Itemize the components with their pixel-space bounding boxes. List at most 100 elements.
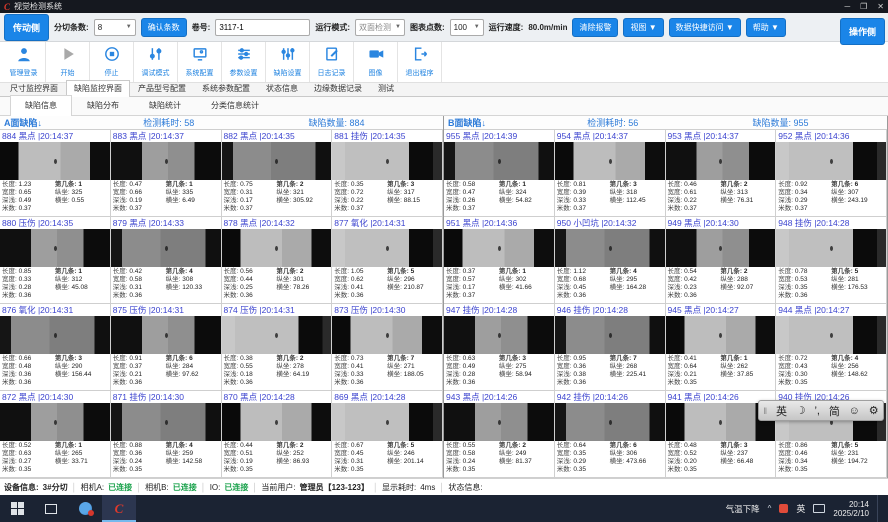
action-image-button[interactable]: 图像: [354, 42, 398, 82]
panel-a-title[interactable]: A面缺陷↓: [4, 116, 143, 129]
defect-cell[interactable]: 874 压伤 |20:14:31 长度: 0.38 宽度: 0.55 深浅: 0…: [222, 304, 333, 391]
defect-thumbnail[interactable]: [666, 316, 776, 354]
ime-language-bar[interactable]: ‖ 英 ☽ ’, 简 ☺ ⚙: [758, 400, 884, 421]
defect-thumbnail[interactable]: [666, 229, 776, 267]
action-debug-button[interactable]: 调试模式: [134, 42, 178, 82]
confirm-count-button[interactable]: 确认条数: [141, 18, 187, 37]
main-tab-5[interactable]: 边缘数据记录: [306, 80, 370, 96]
defect-thumbnail[interactable]: [666, 142, 776, 180]
defect-cell[interactable]: 872 黑点 |20:14:30 长度: 0.52 宽度: 0.63 深浅: 0…: [0, 391, 111, 478]
sub-tab-1[interactable]: 缺陷分布: [72, 95, 134, 115]
view-menu-button[interactable]: 视图 ▼: [623, 18, 663, 37]
clear-alarm-button[interactable]: 清除报警: [572, 18, 618, 37]
defect-thumbnail[interactable]: [444, 229, 554, 267]
language-indicator[interactable]: 英: [796, 502, 805, 515]
defect-cell[interactable]: 873 压伤 |20:14:30 长度: 0.73 宽度: 0.41 深浅: 0…: [332, 304, 443, 391]
defect-cell[interactable]: 944 黑点 |20:14:27 长度: 0.72 宽度: 0.43 深浅: 0…: [776, 304, 887, 391]
action-defect-button[interactable]: 缺陷设置: [266, 42, 310, 82]
taskbar-app-active[interactable]: C: [102, 495, 136, 522]
defect-thumbnail[interactable]: [555, 229, 665, 267]
defect-thumbnail[interactable]: [222, 142, 332, 180]
defect-cell[interactable]: 949 黑点 |20:14:30 长度: 0.54 宽度: 0.42 深浅: 0…: [666, 217, 777, 304]
defect-thumbnail[interactable]: [111, 403, 221, 441]
ime-item-4[interactable]: ☺: [849, 405, 860, 417]
defect-cell[interactable]: 882 黑点 |20:14:35 长度: 0.75 宽度: 0.31 深浅: 0…: [222, 130, 333, 217]
chart-points-dropdown[interactable]: 100 ▼: [450, 19, 484, 36]
defect-cell[interactable]: 879 黑点 |20:14:33 长度: 0.42 宽度: 0.58 深浅: 0…: [111, 217, 222, 304]
defect-thumbnail[interactable]: [444, 316, 554, 354]
ime-item-2[interactable]: ’,: [814, 405, 820, 417]
defect-thumbnail[interactable]: [0, 229, 110, 267]
close-button[interactable]: ✕: [877, 2, 884, 11]
defect-thumbnail[interactable]: [332, 229, 442, 267]
main-tab-2[interactable]: 产品型号配置: [130, 80, 194, 96]
defect-cell[interactable]: 948 挂伤 |20:14:28 长度: 0.78 宽度: 0.53 深浅: 0…: [776, 217, 887, 304]
defect-thumbnail[interactable]: [222, 403, 332, 441]
defect-cell[interactable]: 876 氧化 |20:14:31 长度: 0.66 宽度: 0.48 深浅: 0…: [0, 304, 111, 391]
taskbar-app-pinned[interactable]: [68, 495, 102, 522]
touch-keyboard-icon[interactable]: [813, 504, 825, 513]
defect-thumbnail[interactable]: [555, 142, 665, 180]
defect-cell[interactable]: 869 黑点 |20:14:28 长度: 0.67 宽度: 0.45 深浅: 0…: [332, 391, 443, 478]
main-tab-0[interactable]: 尺寸监控界面: [2, 80, 66, 96]
sub-tab-0[interactable]: 缺陷信息: [10, 95, 72, 116]
weather-text[interactable]: 气温下降: [726, 503, 760, 515]
defect-cell[interactable]: 946 挂伤 |20:14:28 长度: 0.95 宽度: 0.36 深浅: 0…: [555, 304, 666, 391]
drive-side-button[interactable]: 传动侧: [4, 14, 49, 41]
main-tab-3[interactable]: 系统参数配置: [194, 80, 258, 96]
defect-thumbnail[interactable]: [776, 142, 886, 180]
defect-cell[interactable]: 951 黑点 |20:14:36 长度: 0.37 宽度: 0.57 深浅: 0…: [444, 217, 555, 304]
minimize-button[interactable]: ─: [844, 2, 850, 11]
action-start-button[interactable]: 开始: [46, 42, 90, 82]
main-tab-4[interactable]: 状态信息: [258, 80, 306, 96]
action-exit-button[interactable]: 退出程序: [398, 42, 442, 82]
defect-thumbnail[interactable]: [111, 316, 221, 354]
defect-thumbnail[interactable]: [332, 142, 442, 180]
defect-thumbnail[interactable]: [332, 403, 442, 441]
sub-tab-3[interactable]: 分类信息统计: [196, 95, 274, 115]
ime-item-1[interactable]: ☽: [796, 404, 806, 417]
data-access-menu-button[interactable]: 数据快捷访问 ▼: [669, 18, 741, 37]
defect-thumbnail[interactable]: [776, 316, 886, 354]
defect-cell[interactable]: 877 氧化 |20:14:31 长度: 1.05 宽度: 0.62 深浅: 0…: [332, 217, 443, 304]
defect-thumbnail[interactable]: [0, 403, 110, 441]
task-view-button[interactable]: [34, 495, 68, 522]
action-params-button[interactable]: 参数设置: [222, 42, 266, 82]
defect-thumbnail[interactable]: [0, 142, 110, 180]
show-desktop-button[interactable]: [877, 495, 882, 522]
defect-cell[interactable]: 881 挂伤 |20:14:35 长度: 0.35 宽度: 0.72 深浅: 0…: [332, 130, 443, 217]
ime-item-5[interactable]: ⚙: [869, 404, 879, 417]
defect-thumbnail[interactable]: [444, 142, 554, 180]
defect-thumbnail[interactable]: [0, 316, 110, 354]
tray-app-icon[interactable]: [779, 504, 788, 513]
slit-count-dropdown[interactable]: 8 ▼: [94, 19, 136, 36]
defect-cell[interactable]: 942 挂伤 |20:14:26 长度: 0.64 宽度: 0.35 深浅: 0…: [555, 391, 666, 478]
action-system-button[interactable]: 系统配置: [178, 42, 222, 82]
drag-handle-icon[interactable]: ‖: [763, 406, 767, 416]
action-stop-button[interactable]: 停止: [90, 42, 134, 82]
defect-thumbnail[interactable]: [555, 403, 665, 441]
operate-side-button[interactable]: 操作侧: [840, 18, 885, 45]
defect-cell[interactable]: 870 黑点 |20:14:28 长度: 0.44 宽度: 0.51 深浅: 0…: [222, 391, 333, 478]
action-log-button[interactable]: 日志记录: [310, 42, 354, 82]
defect-cell[interactable]: 953 黑点 |20:14:37 长度: 0.46 宽度: 0.61 深浅: 0…: [666, 130, 777, 217]
taskbar-clock[interactable]: 20:14 2025/2/10: [833, 500, 869, 518]
defect-thumbnail[interactable]: [222, 316, 332, 354]
help-menu-button[interactable]: 帮助 ▼: [746, 18, 786, 37]
defect-cell[interactable]: 947 挂伤 |20:14:28 长度: 0.63 宽度: 0.49 深浅: 0…: [444, 304, 555, 391]
start-menu-button[interactable]: [0, 495, 34, 522]
defect-cell[interactable]: 883 黑点 |20:14:37 长度: 0.47 宽度: 0.66 深浅: 0…: [111, 130, 222, 217]
run-mode-dropdown[interactable]: 双面检测 ▼: [355, 19, 405, 36]
defect-thumbnail[interactable]: [332, 316, 442, 354]
coil-number-input[interactable]: [215, 19, 310, 36]
defect-cell[interactable]: 954 黑点 |20:14:37 长度: 0.81 宽度: 0.39 深浅: 0…: [555, 130, 666, 217]
ime-item-3[interactable]: 简: [829, 403, 840, 419]
defect-thumbnail[interactable]: [555, 316, 665, 354]
defect-cell[interactable]: 952 黑点 |20:14:36 长度: 0.92 宽度: 0.34 深浅: 0…: [776, 130, 887, 217]
defect-thumbnail[interactable]: [111, 229, 221, 267]
ime-item-0[interactable]: 英: [776, 403, 787, 419]
main-tab-6[interactable]: 测试: [370, 80, 402, 96]
defect-cell[interactable]: 878 黑点 |20:14:32 长度: 0.56 宽度: 0.44 深浅: 0…: [222, 217, 333, 304]
defect-thumbnail[interactable]: [222, 229, 332, 267]
defect-cell[interactable]: 880 压伤 |20:14:35 长度: 0.85 宽度: 0.33 深浅: 0…: [0, 217, 111, 304]
